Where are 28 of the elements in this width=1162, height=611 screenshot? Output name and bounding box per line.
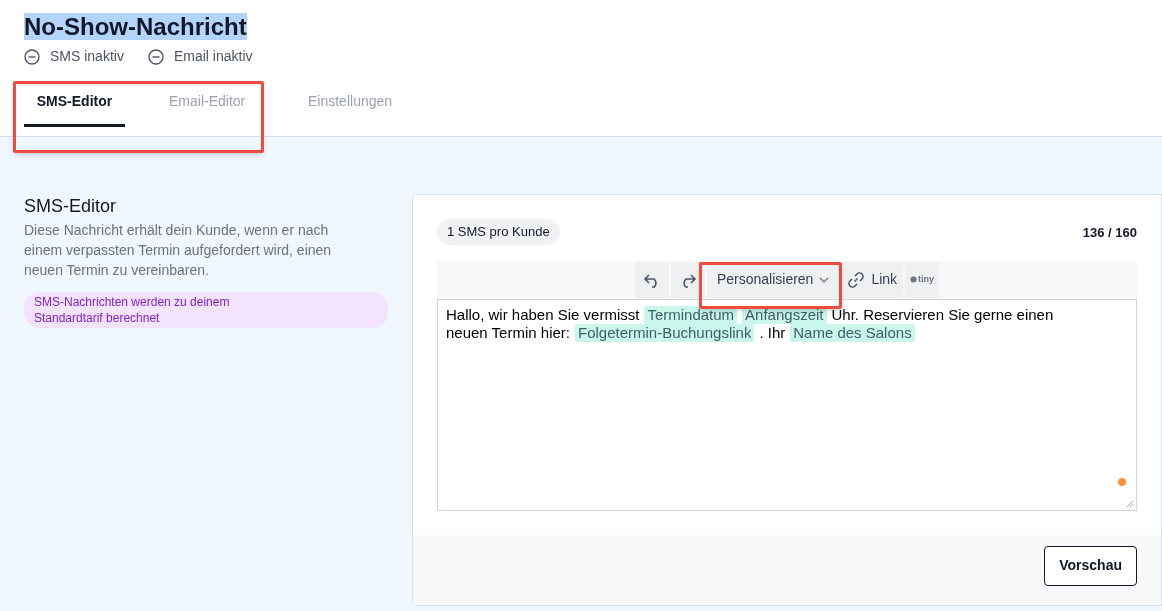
message-text: Uhr. Reservieren Sie gerne einen	[831, 305, 1054, 324]
minus-circle-icon	[147, 48, 164, 65]
section-description: Diese Nachricht erhält dein Kunde, wenn er nach einem verpassten Termin aufgefordert wird, einen neuen Termin zu vereinbaren.	[24, 221, 333, 280]
status-label: SMS inaktiv	[50, 47, 124, 66]
link-button[interactable]: Link	[841, 261, 904, 298]
placeholder-token: Termindatum	[644, 305, 738, 324]
resize-handle-icon	[1126, 499, 1134, 508]
message-text: neuen Termin hier:	[446, 323, 570, 342]
tab[interactable]: SMS-Editor	[24, 89, 125, 127]
link-icon	[847, 270, 866, 289]
chevron-down-icon	[819, 276, 830, 283]
minus-circle-icon	[24, 48, 40, 65]
brand-mark-icon	[910, 276, 918, 283]
undo-button[interactable]	[634, 261, 669, 298]
sms-count-badge: 1 SMS pro Kunde	[437, 219, 560, 245]
editor-brand-logo: tiny	[905, 261, 940, 298]
section-heading: SMS-Editor	[24, 195, 118, 218]
message-text: . Ihr	[759, 323, 786, 342]
message-editor[interactable]: Hallo, wir haben Sie vermisst Termindatum Anfangszeit Uhr. Reservieren Sie gerne einen neuen Termin hier: Folgetermin-Buchungslink . Ihr Name des Salons	[437, 298, 1137, 511]
preview-button[interactable]: Vorschau	[1044, 545, 1137, 586]
message-text: Hallo, wir haben Sie vermisst	[446, 305, 640, 324]
status-label: Email inaktiv	[173, 47, 253, 66]
redo-button[interactable]	[670, 261, 705, 298]
character-count: 136 / 160	[1082, 224, 1137, 242]
placeholder-token: Name des Salons	[790, 323, 915, 342]
billing-notice: SMS-Nachrichten werden zu deinem Standardtarif berechnet	[24, 292, 388, 328]
placeholder-token: Folgetermin-Buchungslink	[574, 323, 755, 342]
page-title: No-Show-Nachricht	[24, 13, 247, 40]
